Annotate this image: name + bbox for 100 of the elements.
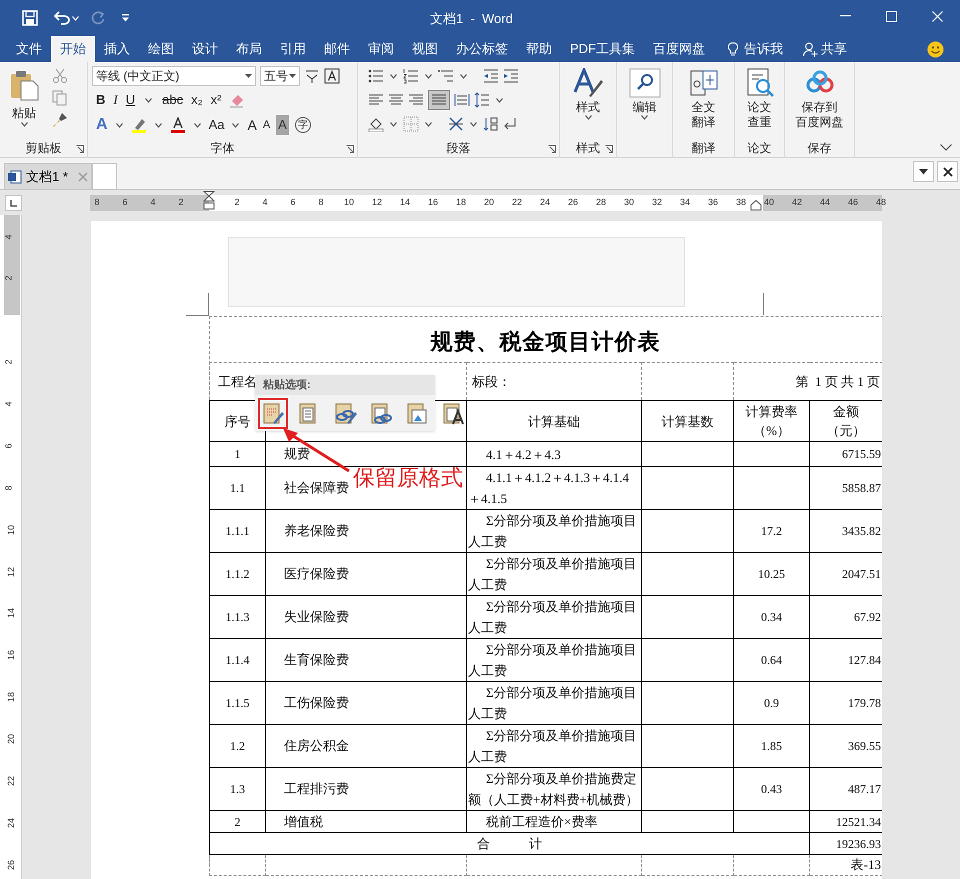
minimize-icon[interactable] — [840, 15, 850, 17]
copy-icon[interactable] — [52, 90, 68, 106]
paste-button[interactable]: 粘贴 — [4, 66, 44, 138]
tell-me-field[interactable]: 告诉我 — [744, 39, 783, 59]
annotation-text: 保留原格式 — [353, 464, 463, 492]
format-button[interactable]: I — [113, 90, 118, 110]
undo-icon[interactable] — [54, 11, 70, 25]
menu-tab[interactable]: PDF工具集 — [561, 36, 644, 62]
ruler-number: 40 — [764, 196, 774, 209]
caret-icon[interactable] — [232, 122, 240, 128]
eraser-icon[interactable] — [229, 92, 246, 108]
translate-button[interactable]: 全文 翻译 — [677, 66, 730, 138]
group-label: 翻译 — [692, 140, 716, 157]
text-effects-button[interactable]: A — [96, 113, 108, 137]
menu-tab[interactable]: 引用 — [271, 36, 315, 62]
dialog-launcher-icon[interactable] — [346, 145, 354, 153]
editing-button[interactable]: 编辑 — [621, 66, 668, 138]
font-size-dropdown[interactable]: 五号 — [260, 66, 300, 86]
format-button[interactable]: B — [96, 90, 106, 110]
maximize-icon[interactable] — [886, 10, 896, 22]
caret-icon — [245, 74, 252, 78]
multilevel-list-icon[interactable] — [438, 68, 454, 84]
cell-text: 工程名 — [218, 374, 257, 389]
menu-tab[interactable]: 百度网盘 — [644, 36, 714, 62]
table-cell: 6715.59 — [842, 447, 881, 461]
character-border-icon[interactable] — [324, 68, 340, 84]
menu-tab[interactable]: 插入 — [95, 36, 139, 62]
caret-icon[interactable] — [425, 74, 432, 78]
format-button[interactable]: x₂ — [191, 90, 203, 110]
grow-font-button[interactable]: A — [247, 114, 257, 136]
caret-icon[interactable] — [194, 122, 201, 128]
dialog-launcher-icon[interactable] — [76, 145, 84, 153]
shrink-font-button[interactable]: A — [262, 116, 270, 134]
numbering-icon[interactable] — [403, 68, 419, 84]
menu-tab[interactable]: 办公标签 — [447, 36, 517, 62]
menu-tab[interactable]: 视图 — [403, 36, 447, 62]
table-cell: 0.9 — [764, 696, 779, 710]
menu-tab[interactable]: 布局 — [227, 36, 271, 62]
font-color-button[interactable] — [170, 117, 186, 133]
ruler-number: 12 — [372, 196, 382, 209]
save-icon[interactable] — [22, 10, 38, 26]
increase-indent-icon[interactable] — [503, 68, 519, 84]
caret-icon[interactable] — [116, 122, 123, 128]
line-spacing-icon[interactable] — [474, 92, 490, 108]
decrease-indent-icon[interactable] — [483, 68, 499, 84]
character-shading-button[interactable]: A — [276, 115, 289, 135]
close-tab-button[interactable] — [937, 161, 958, 182]
font-name-dropdown[interactable]: 等线 (中文正文) — [92, 66, 256, 86]
borders-icon[interactable] — [403, 116, 419, 132]
caret-icon[interactable] — [584, 115, 592, 120]
format-button[interactable]: x² — [210, 90, 222, 110]
caret-icon[interactable] — [145, 98, 152, 102]
table-cell: 工程排污费 — [284, 781, 349, 796]
caret-icon[interactable] — [425, 122, 432, 126]
ruler-number: 46 — [848, 196, 858, 209]
caret-icon[interactable] — [20, 122, 28, 127]
lightbulb-icon[interactable] — [728, 42, 738, 56]
styles-button[interactable]: 样式 — [564, 66, 612, 138]
dialog-launcher-icon[interactable] — [548, 145, 556, 153]
customize-icon[interactable] — [121, 14, 130, 22]
sort-icon[interactable] — [483, 116, 499, 132]
menu-tab[interactable]: 开始 — [51, 36, 95, 62]
share-button[interactable]: 共享 — [821, 39, 847, 59]
justify-icon[interactable] — [431, 93, 447, 107]
dialog-launcher-icon[interactable] — [605, 145, 613, 153]
table-cell: 失业保险费 — [284, 609, 349, 624]
format-button[interactable]: U — [126, 90, 136, 110]
distributed-icon[interactable] — [454, 92, 470, 108]
format-button[interactable]: abc — [162, 90, 184, 110]
enclose-characters-button[interactable]: 字 — [294, 117, 311, 133]
caret-icon[interactable] — [390, 122, 397, 126]
caret-icon[interactable] — [390, 74, 397, 78]
table-cell: 2047.51 — [842, 567, 881, 581]
ruler-number: 10 — [6, 524, 16, 535]
caret-icon[interactable] — [641, 115, 648, 120]
document-tab[interactable]: 文档1 * — [4, 163, 92, 189]
scissors-icon[interactable] — [52, 68, 68, 84]
caret-icon[interactable] — [154, 122, 162, 128]
person-add-icon[interactable] — [803, 42, 818, 56]
collapse-ribbon-icon[interactable] — [940, 144, 952, 151]
caret-icon[interactable] — [470, 122, 477, 126]
tab-stop-selector[interactable] — [5, 195, 22, 211]
caret-icon[interactable] — [460, 74, 467, 78]
menu-tab[interactable]: 绘图 — [139, 36, 183, 62]
paintbrush-icon[interactable] — [52, 112, 68, 128]
plagiarism-check-button[interactable]: 论文 查重 — [739, 66, 780, 138]
change-case-button[interactable]: Aa — [208, 115, 224, 135]
tab-list-button[interactable] — [913, 161, 934, 182]
save-to-cloud-button[interactable]: 保存到 百度网盘 — [789, 66, 850, 138]
smiley-icon[interactable] — [927, 40, 944, 58]
menu-tab[interactable]: 设计 — [183, 36, 227, 62]
shading-icon[interactable] — [368, 116, 384, 132]
caret-icon[interactable] — [496, 98, 503, 102]
menu-tab[interactable]: 审阅 — [359, 36, 403, 62]
highlight-button[interactable] — [130, 117, 147, 133]
bullets-icon[interactable] — [368, 68, 384, 84]
phonetic-guide-icon[interactable] — [304, 68, 320, 84]
menu-tab[interactable]: 邮件 — [315, 36, 359, 62]
menu-tab[interactable]: 文件 — [7, 36, 51, 62]
menu-tab[interactable]: 帮助 — [517, 36, 561, 62]
